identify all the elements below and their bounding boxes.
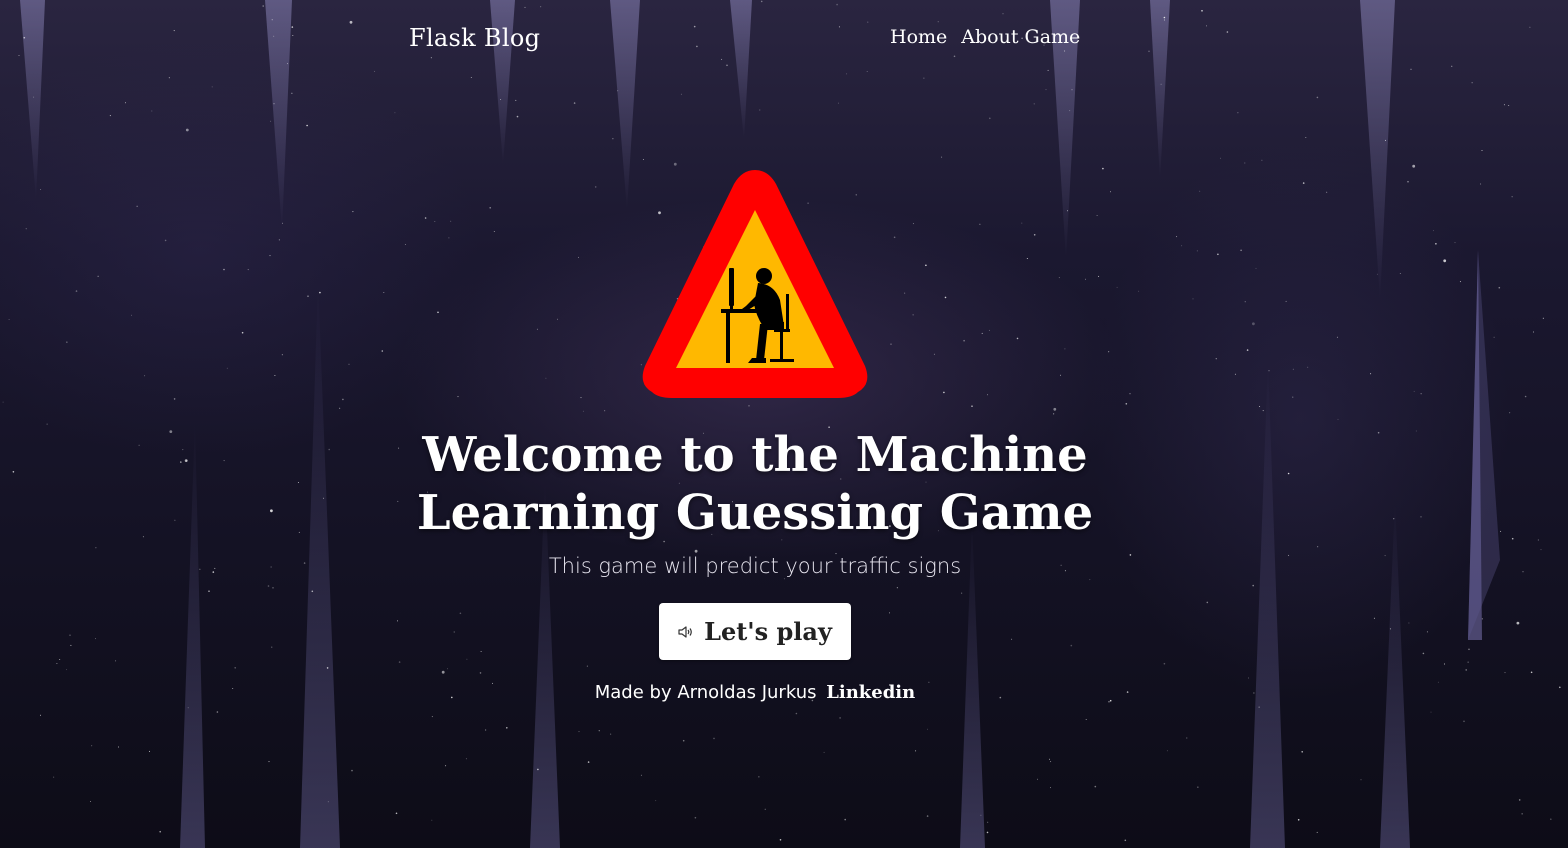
linkedin-link[interactable]: Linkedin [826,682,915,703]
credits: Made by Arnoldas Jurkus Linkedin [0,682,1510,703]
page-background: Flask Blog Home About Game Welcome to th… [0,0,1568,848]
lets-play-button[interactable]: Let's play [659,603,851,660]
title-line-1: Welcome to the Machine [422,427,1088,483]
page-title: Welcome to the Machine Learning Guessing… [0,426,1510,542]
page-subtitle: This game will predict your traffic sign… [548,554,962,578]
warning-programmer-sign-icon [642,170,868,398]
hero-section: Welcome to the Machine Learning Guessing… [0,0,1568,848]
title-line-2: Learning Guessing Game [416,485,1094,541]
lets-play-label: Let's play [704,617,832,646]
speaker-icon [678,625,692,638]
credits-text: Made by Arnoldas Jurkus [594,682,817,703]
